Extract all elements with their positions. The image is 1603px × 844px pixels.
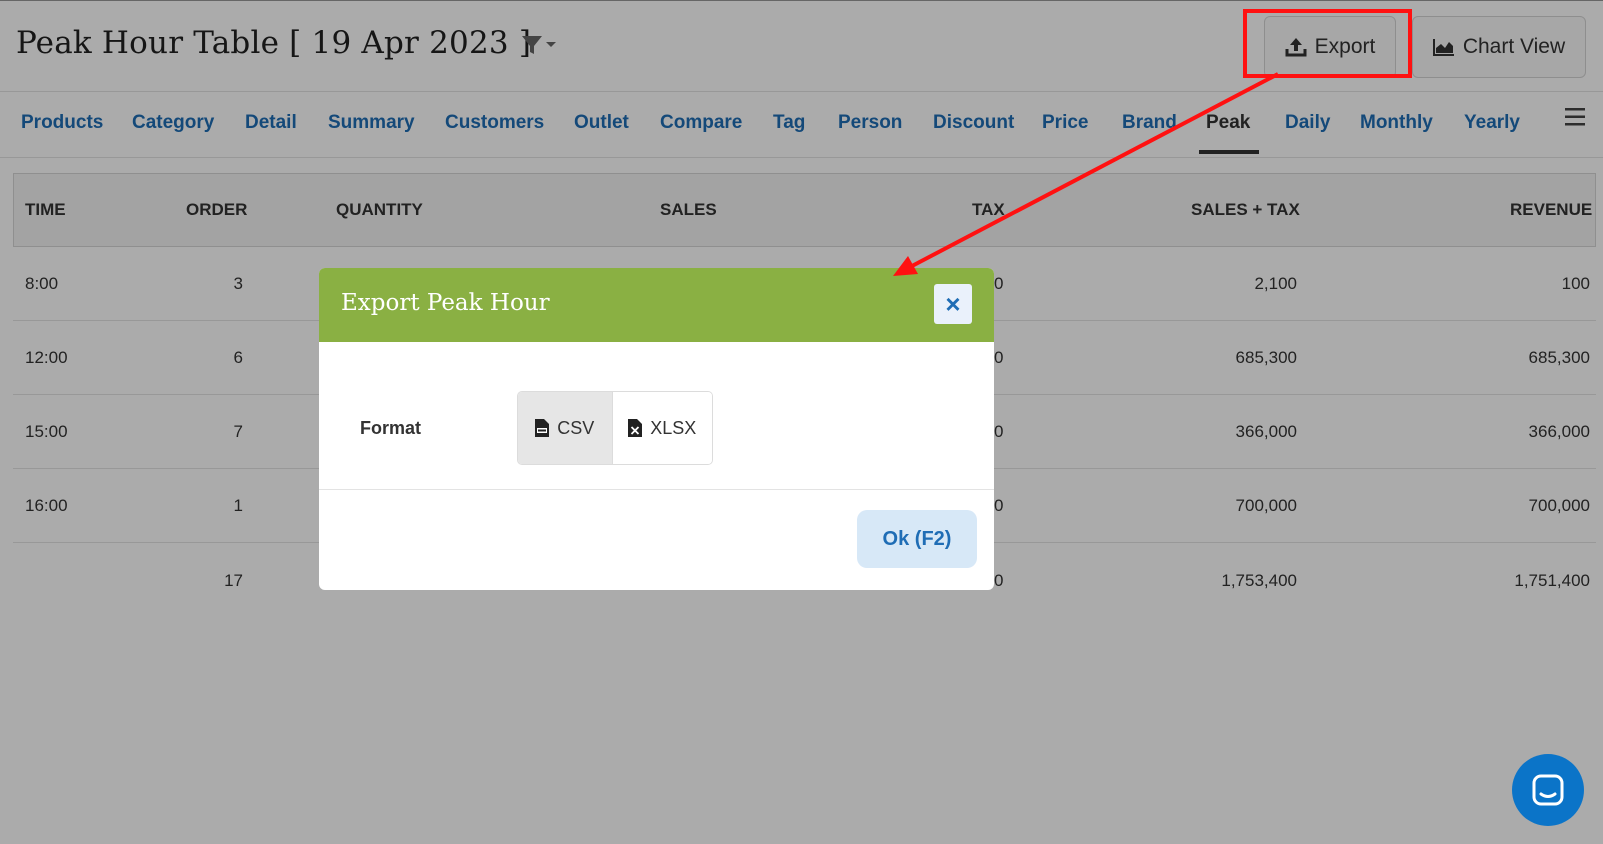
close-icon[interactable]: × <box>934 284 972 324</box>
format-option-label: CSV <box>557 417 595 438</box>
chat-icon <box>1532 774 1564 806</box>
format-label: Format <box>360 418 422 438</box>
csv-file-icon <box>535 419 550 437</box>
export-highlight-annotation <box>1243 9 1412 78</box>
format-option-label: XLSX <box>650 417 697 438</box>
ok-button[interactable]: Ok (F2) <box>857 510 977 568</box>
chat-support-button[interactable] <box>1512 754 1584 826</box>
excel-file-icon <box>628 419 643 437</box>
format-toggle-group: CSV XLSX <box>517 391 713 465</box>
modal-header: Export Peak Hour × <box>319 268 994 342</box>
modal-divider <box>319 489 994 490</box>
modal-title: Export Peak Hour <box>341 290 550 316</box>
format-option-csv[interactable]: CSV <box>518 392 613 464</box>
format-option-xlsx[interactable]: XLSX <box>612 392 712 464</box>
export-modal: Export Peak Hour × Format CSV XLSX Ok (F… <box>319 268 994 590</box>
